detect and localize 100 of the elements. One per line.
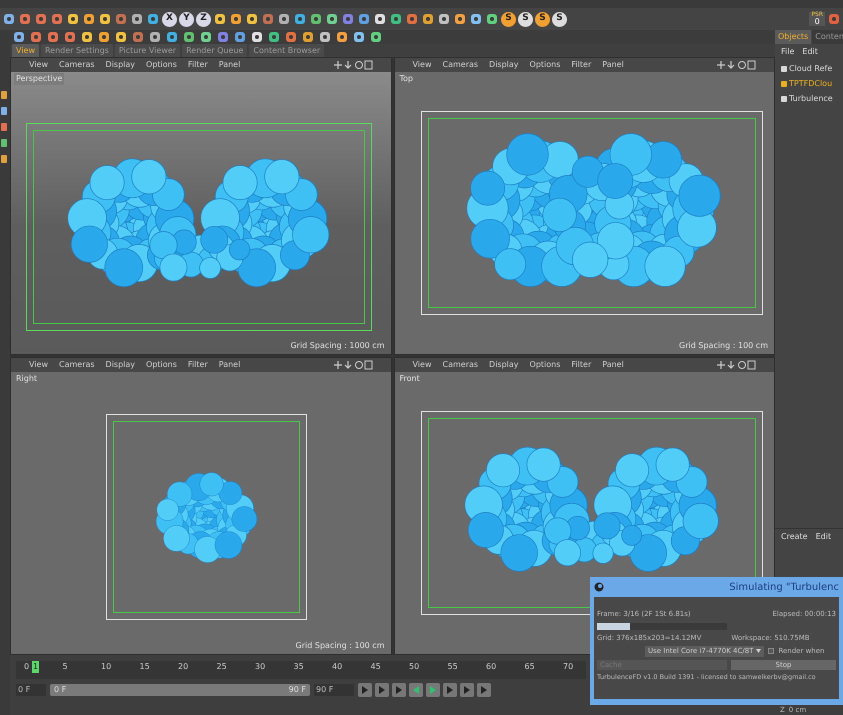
tool-icon[interactable] — [165, 30, 179, 44]
playback-control-icon[interactable] — [392, 683, 406, 697]
viewport-menu-item[interactable]: Options — [146, 359, 177, 371]
tool-icon[interactable] — [146, 12, 160, 26]
timeline-ruler[interactable]: 0 1 5 10 15 20 25 30 35 40 45 50 55 60 65 70 — [16, 661, 586, 679]
tool-icon[interactable] — [405, 12, 419, 26]
tool-icon[interactable] — [335, 30, 349, 44]
tool-icon[interactable] — [80, 30, 94, 44]
tool-icon[interactable] — [2, 12, 16, 26]
tool-icon[interactable] — [182, 30, 196, 44]
playback-control-icon[interactable] — [358, 683, 372, 697]
tool-icon[interactable] — [267, 30, 281, 44]
tool-icon[interactable] — [318, 30, 332, 44]
axis-button[interactable]: Z — [196, 12, 211, 26]
tool-icon[interactable] — [130, 12, 144, 26]
panel-menu-item[interactable]: Edit — [802, 46, 818, 58]
panel-tab[interactable]: Objects — [775, 30, 812, 44]
viewport-menu-item[interactable]: View — [412, 59, 432, 71]
viewport-menu-item[interactable]: Cameras — [58, 59, 95, 71]
viewport-menu-item[interactable]: Panel — [602, 59, 624, 71]
tool-icon[interactable] — [63, 30, 77, 44]
object-name[interactable]: Turbulence — [789, 93, 833, 105]
object-name[interactable]: Cloud Refe — [789, 63, 832, 75]
viewport-menu-item[interactable]: Options — [530, 359, 560, 371]
panel-tab[interactable]: Conten — [812, 30, 843, 44]
object-name[interactable]: TPTFDClou — [789, 78, 832, 90]
tool-icon[interactable] — [284, 30, 298, 44]
tool-icon[interactable] — [46, 30, 60, 44]
playback-control-icon[interactable] — [477, 683, 491, 697]
viewport-menu-item[interactable]: Filter — [571, 59, 592, 71]
tool-icon[interactable] — [213, 12, 227, 26]
navigation-icons[interactable] — [716, 60, 756, 70]
viewport-menu-item[interactable]: Panel — [602, 359, 624, 371]
tool-icon[interactable] — [34, 12, 48, 26]
viewport-menu-item[interactable]: Filter — [571, 359, 592, 371]
tool-icon[interactable] — [325, 12, 339, 26]
axis-button[interactable]: X — [162, 12, 177, 26]
tool-icon[interactable] — [373, 12, 387, 26]
tool-icon[interactable] — [148, 30, 162, 44]
tool-icon[interactable] — [12, 30, 26, 44]
tool-icon[interactable] — [453, 12, 467, 26]
view-tab[interactable]: Picture Viewer — [114, 44, 180, 57]
tool-icon[interactable] — [357, 12, 371, 26]
tool-icon[interactable] — [82, 12, 96, 26]
playhead[interactable]: 1 — [32, 661, 40, 673]
viewport-menu-item[interactable]: Options — [530, 59, 560, 71]
viewport-menu-item[interactable]: Display — [106, 59, 136, 71]
tool-icon[interactable] — [245, 12, 259, 26]
start-frame-field[interactable]: 0 F — [16, 684, 46, 696]
playback-control-icon[interactable] — [375, 683, 389, 697]
viewport-menu-item[interactable]: View — [29, 59, 48, 71]
viewport-menu-item[interactable]: Filter — [188, 59, 208, 71]
script-button[interactable]: S — [518, 12, 533, 26]
script-button[interactable]: S — [501, 12, 516, 26]
playback-control-icon[interactable] — [443, 683, 457, 697]
viewport-menu-item[interactable]: Panel — [218, 359, 240, 371]
tool-icon[interactable] — [469, 12, 483, 26]
tool-icon[interactable] — [98, 12, 112, 26]
axis-button[interactable]: Y — [179, 12, 194, 26]
navigation-icons[interactable] — [332, 360, 372, 370]
tool-icon[interactable] — [250, 30, 264, 44]
end-frame-field[interactable]: 90 F — [314, 684, 354, 696]
script-button[interactable]: S — [535, 12, 550, 26]
navigation-icons[interactable] — [332, 60, 372, 70]
view-tab[interactable]: Content Browser — [249, 44, 324, 57]
viewport-menu-item[interactable]: Panel — [218, 59, 240, 71]
viewport-menu-item[interactable]: Display — [489, 59, 519, 71]
tool-icon[interactable] — [369, 30, 383, 44]
viewport-menu-item[interactable]: Filter — [188, 359, 208, 371]
tool-icon[interactable] — [421, 12, 435, 26]
tool-icon[interactable] — [309, 12, 323, 26]
tool-icon[interactable] — [277, 12, 291, 26]
tool-icon[interactable] — [233, 30, 247, 44]
viewport-menu-item[interactable]: View — [29, 359, 48, 371]
tool-icon[interactable] — [301, 30, 315, 44]
viewport-menu-item[interactable]: Cameras — [442, 59, 478, 71]
viewport-menu-item[interactable]: Display — [106, 359, 136, 371]
tool-icon[interactable] — [199, 30, 213, 44]
viewport-menu-item[interactable]: Cameras — [442, 359, 478, 371]
panel-menu-item[interactable]: Edit — [816, 531, 832, 543]
panel-menu-item[interactable]: File — [781, 46, 794, 58]
tool-icon[interactable] — [50, 12, 64, 26]
tool-icon[interactable] — [18, 12, 32, 26]
render-checkbox[interactable] — [768, 648, 774, 654]
viewport-menu-item[interactable]: Cameras — [58, 359, 95, 371]
navigation-icons[interactable] — [716, 360, 756, 370]
tool-icon[interactable] — [389, 12, 403, 26]
playback-control-icon[interactable] — [460, 683, 474, 697]
tool-icon[interactable] — [352, 30, 366, 44]
tool-icon[interactable] — [66, 12, 80, 26]
tool-icon[interactable] — [485, 12, 499, 26]
tool-icon[interactable] — [97, 30, 111, 44]
viewport-menu-item[interactable]: Display — [489, 359, 519, 371]
viewport-menu-item[interactable]: View — [412, 359, 432, 371]
tool-icon[interactable] — [114, 30, 128, 44]
tool-icon[interactable] — [229, 12, 243, 26]
tool-icon[interactable] — [293, 12, 307, 26]
script-button[interactable]: S — [552, 12, 567, 26]
view-tab[interactable]: Render Settings — [40, 44, 113, 57]
view-tab[interactable]: Render Queue — [182, 44, 248, 57]
